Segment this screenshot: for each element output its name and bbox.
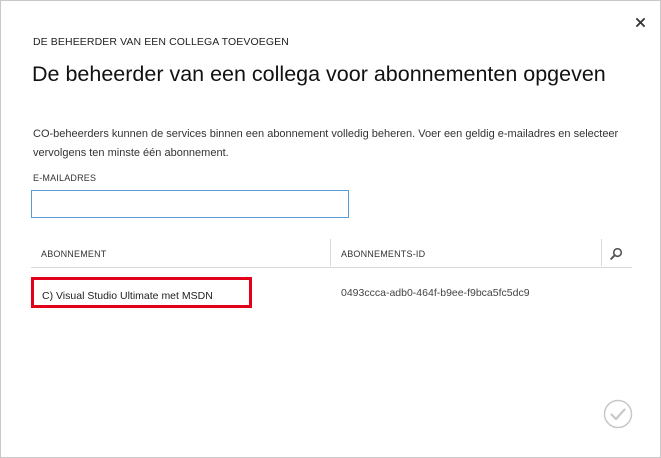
add-coadmin-dialog: DE BEHEERDER VAN EEN COLLEGA TOEVOEGEN D… (0, 0, 661, 458)
close-icon (635, 17, 645, 27)
confirm-button[interactable] (603, 399, 633, 429)
email-field[interactable] (31, 190, 349, 218)
table-row[interactable]: C) Visual Studio Ultimate met MSDN 0493c… (31, 277, 632, 309)
email-label: E-MAILADRES (33, 173, 97, 183)
subscription-table-header: ABONNEMENT ABONNEMENTS-ID (31, 239, 632, 268)
column-divider (601, 239, 602, 266)
subscription-name[interactable]: C) Visual Studio Ultimate met MSDN (31, 277, 252, 308)
search-icon (609, 247, 622, 260)
search-button[interactable] (603, 243, 629, 263)
subscription-id: 0493ccca-adb0-464f-b9ee-f9bca5fc5dc9 (341, 287, 530, 299)
close-button[interactable] (631, 13, 649, 31)
dialog-eyebrow: DE BEHEERDER VAN EEN COLLEGA TOEVOEGEN (33, 36, 289, 48)
column-header-subscription-id[interactable]: ABONNEMENTS-ID (341, 249, 425, 259)
dialog-description: CO-beheerders kunnen de services binnen … (33, 128, 619, 159)
checkmark-icon (603, 399, 633, 429)
column-header-subscription[interactable]: ABONNEMENT (41, 249, 107, 259)
dialog-title: De beheerder van een collega voor abonne… (32, 62, 606, 86)
column-divider (330, 239, 331, 266)
